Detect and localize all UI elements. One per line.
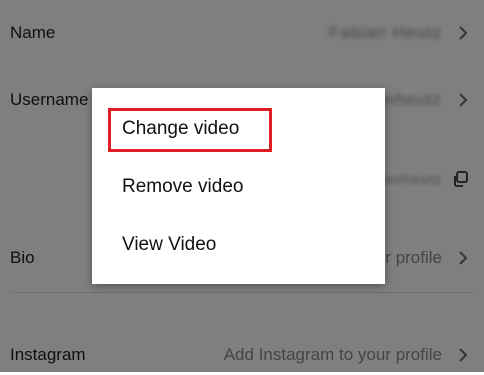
view-video-item[interactable]: View Video xyxy=(92,216,385,274)
remove-video-item[interactable]: Remove video xyxy=(92,158,385,216)
highlight-box xyxy=(108,108,272,152)
view-video-label: View Video xyxy=(122,234,217,255)
remove-video-label: Remove video xyxy=(122,176,244,197)
